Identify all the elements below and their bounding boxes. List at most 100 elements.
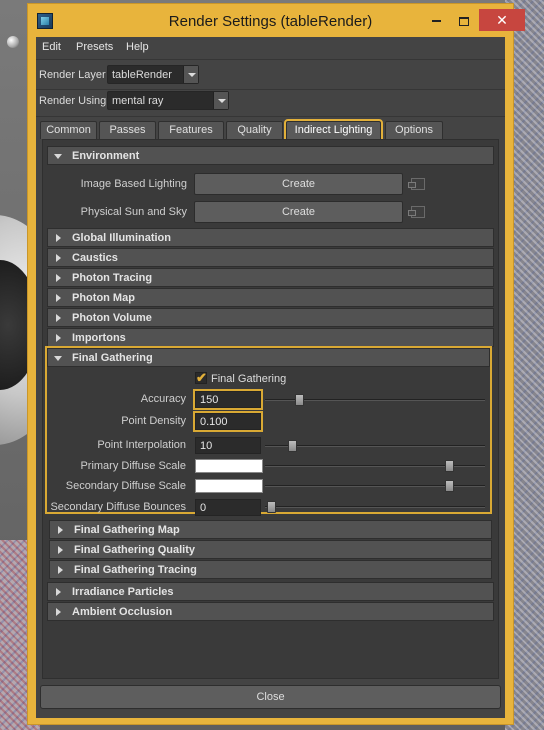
expanded-arrow-icon [54, 154, 62, 159]
expanded-arrow-icon [54, 356, 62, 361]
title-bar[interactable]: Render Settings (tableRender) ✕ [28, 4, 525, 37]
collapsed-arrow-icon [56, 294, 61, 302]
final-gathering-checkbox[interactable]: ✔ [195, 370, 207, 385]
section-title: Final Gathering Tracing [74, 564, 197, 576]
create-physical-sun-button[interactable]: Create [194, 201, 403, 223]
point-interpolation-label: Point Interpolation [97, 439, 186, 451]
section-photon-tracing[interactable]: Photon Tracing [47, 268, 494, 287]
divider [36, 59, 505, 60]
section-ambient-occlusion[interactable]: Ambient Occlusion [47, 602, 494, 621]
render-layer-label: Render Layer [39, 69, 106, 81]
section-final-gathering-map[interactable]: Final Gathering Map [49, 520, 492, 539]
map-node-icon[interactable] [408, 178, 425, 190]
accuracy-slider-thumb[interactable] [295, 394, 304, 406]
secondary-diffuse-bounces-slider-track[interactable] [265, 506, 485, 508]
secondary-diffuse-bounces-input[interactable]: 0 [195, 499, 261, 516]
render-layer-value: tableRender [112, 69, 172, 81]
section-final-gathering[interactable]: Final Gathering [47, 348, 490, 367]
close-window-button[interactable]: ✕ [479, 9, 525, 31]
divider [36, 116, 505, 117]
tab-passes[interactable]: Passes [99, 121, 156, 139]
section-final-gathering-title: Final Gathering [72, 352, 153, 364]
section-title: Ambient Occlusion [72, 606, 173, 618]
render-using-label: Render Using [39, 95, 107, 107]
primary-diffuse-color-swatch[interactable] [195, 459, 263, 473]
image-based-lighting-label: Image Based Lighting [80, 178, 187, 190]
chevron-down-icon [213, 92, 228, 109]
secondary-diffuse-scale-label: Secondary Diffuse Scale [65, 480, 186, 492]
section-global-illumination[interactable]: Global Illumination [47, 228, 494, 247]
point-interpolation-slider-track[interactable] [265, 445, 485, 447]
secondary-diffuse-bounces-label: Secondary Diffuse Bounces [50, 501, 186, 513]
section-title: Caustics [72, 252, 118, 264]
collapsed-arrow-icon [58, 526, 63, 534]
collapsed-arrow-icon [56, 254, 61, 262]
close-button[interactable]: Close [40, 685, 501, 709]
secondary-diffuse-color-swatch[interactable] [195, 479, 263, 493]
point-density-label: Point Density [121, 415, 186, 427]
section-environment-title: Environment [72, 150, 140, 162]
chevron-down-icon [183, 66, 198, 83]
section-environment[interactable]: Environment [47, 146, 494, 165]
collapsed-arrow-icon [56, 314, 61, 322]
collapsed-arrow-icon [58, 546, 63, 554]
window-client-area: Edit Presets Help Render Layer tableRend… [36, 37, 505, 718]
accuracy-highlight [193, 389, 263, 410]
sphere-object [7, 36, 19, 48]
tab-common[interactable]: Common [40, 121, 97, 139]
section-photon-map[interactable]: Photon Map [47, 288, 494, 307]
section-importons[interactable]: Importons [47, 328, 494, 347]
section-final-gathering-quality[interactable]: Final Gathering Quality [49, 540, 492, 559]
minimize-icon [431, 20, 441, 23]
physical-sun-label: Physical Sun and Sky [80, 206, 187, 218]
collapsed-arrow-icon [56, 234, 61, 242]
menu-bar: Edit Presets Help [36, 37, 505, 57]
section-title: Irradiance Particles [72, 586, 174, 598]
point-interpolation-slider-thumb[interactable] [288, 440, 297, 452]
maximize-button[interactable] [451, 9, 477, 31]
final-gathering-checkbox-label: Final Gathering [211, 373, 287, 385]
render-using-value: mental ray [112, 95, 164, 107]
menu-help[interactable]: Help [126, 41, 149, 53]
accuracy-label: Accuracy [140, 393, 186, 405]
divider [36, 89, 505, 90]
maximize-icon [459, 16, 469, 26]
secondary-diffuse-bounces-slider-thumb[interactable] [267, 501, 276, 513]
section-photon-volume[interactable]: Photon Volume [47, 308, 494, 327]
checkmark-icon: ✔ [196, 370, 207, 385]
tab-options[interactable]: Options [385, 121, 443, 139]
section-title: Global Illumination [72, 232, 171, 244]
collapsed-arrow-icon [56, 608, 61, 616]
collapsed-arrow-icon [56, 334, 61, 342]
menu-edit[interactable]: Edit [42, 41, 61, 53]
primary-diffuse-slider-thumb[interactable] [445, 460, 454, 472]
create-image-based-lighting-button[interactable]: Create [194, 173, 403, 195]
render-settings-window: Render Settings (tableRender) ✕ Edit Pre… [27, 3, 525, 725]
render-layer-dropdown[interactable]: tableRender [107, 65, 199, 84]
collapsed-arrow-icon [58, 566, 63, 574]
point-density-highlight [193, 411, 263, 432]
tab-indirect-lighting[interactable]: Indirect Lighting [284, 119, 383, 141]
section-title: Final Gathering Quality [74, 544, 196, 556]
tab-quality[interactable]: Quality [226, 121, 283, 139]
secondary-diffuse-slider-thumb[interactable] [445, 480, 454, 492]
section-title: Photon Volume [72, 312, 152, 324]
collapsed-arrow-icon [56, 588, 61, 596]
collapsed-arrow-icon [56, 274, 61, 282]
map-node-icon[interactable] [408, 206, 425, 218]
close-icon: ✕ [496, 12, 508, 28]
section-irradiance-particles[interactable]: Irradiance Particles [47, 582, 494, 601]
tab-features[interactable]: Features [158, 121, 224, 139]
indirect-lighting-panel: Environment Image Based Lighting Create … [42, 139, 499, 679]
section-final-gathering-tracing[interactable]: Final Gathering Tracing [49, 560, 492, 579]
minimize-button[interactable] [423, 9, 449, 31]
section-caustics[interactable]: Caustics [47, 248, 494, 267]
section-title: Importons [72, 332, 126, 344]
section-title: Photon Tracing [72, 272, 153, 284]
primary-diffuse-scale-label: Primary Diffuse Scale [80, 460, 186, 472]
section-title: Photon Map [72, 292, 135, 304]
point-interpolation-input[interactable]: 10 [195, 437, 261, 454]
menu-presets[interactable]: Presets [76, 41, 113, 53]
section-title: Final Gathering Map [74, 524, 180, 536]
render-using-dropdown[interactable]: mental ray [107, 91, 229, 110]
